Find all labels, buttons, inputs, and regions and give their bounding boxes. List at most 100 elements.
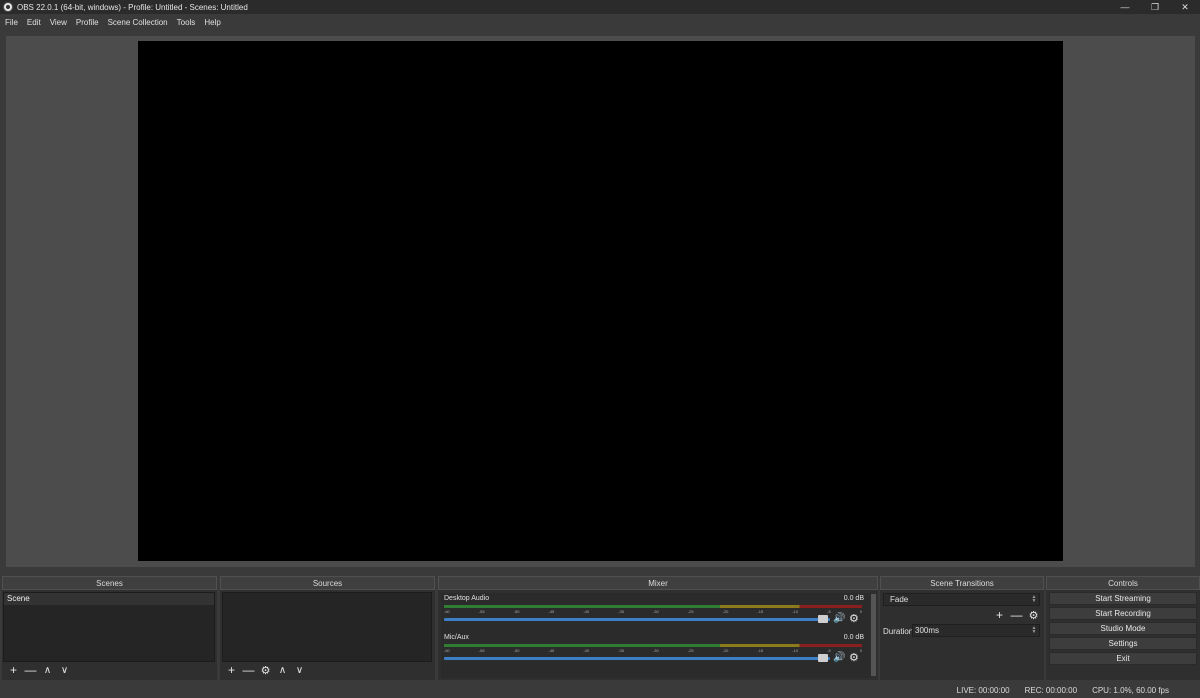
menu-tools[interactable]: Tools [177, 18, 196, 27]
gear-icon[interactable]: ⚙ [849, 651, 859, 664]
gear-icon[interactable]: ⚙ [849, 612, 859, 625]
meter-tick-label: -35 [618, 609, 624, 614]
mixer-panel: Desktop Audio 0.0 dB -60 -55 -50 -45 -40 -35-… [441, 593, 871, 678]
duration-label: Duration [883, 627, 914, 636]
transition-select[interactable]: Fade ▲ ▼ [883, 593, 1040, 606]
meter-ticks: -60 -55 -50 -45 -40 -35 -30 -25 -20 -15 -10 -5 0 [444, 609, 862, 614]
speaker-icon[interactable]: 🔊 [833, 652, 845, 663]
remove-scene-button[interactable]: — [22, 663, 39, 677]
remove-source-button[interactable]: — [240, 663, 257, 677]
channel-db: 0.0 dB [843, 595, 864, 602]
meter-tick-label: -25 [687, 648, 694, 653]
meter-tick-label: -20 [722, 648, 729, 653]
cpu-stats: CPU: 1.0%, 60.00 fps [1092, 685, 1169, 695]
status-bar: LIVE: 00:00:00 REC: 00:00:00 CPU: 1.0%, … [0, 682, 1200, 698]
sources-dock: Sources + — ⚙ ∧ ∨ [220, 576, 435, 680]
remove-transition-button[interactable]: — [1008, 608, 1025, 622]
mixer-scrollbar-thumb[interactable] [871, 594, 876, 676]
meter-tick-label: 0 [859, 648, 862, 653]
live-timer: LIVE: 00:00:00 [956, 685, 1010, 695]
add-scene-button[interactable]: + [5, 663, 22, 677]
channel-name: Mic/Aux [444, 634, 469, 641]
restore-button[interactable]: ❐ [1140, 0, 1170, 14]
sources-toolbar: + — ⚙ ∧ ∨ [223, 663, 308, 677]
volume-slider[interactable] [444, 657, 830, 660]
mixer-header: Mixer [438, 576, 878, 590]
menu-help[interactable]: Help [204, 18, 220, 27]
move-scene-up-button[interactable]: ∧ [39, 663, 56, 677]
volume-meter [444, 644, 862, 647]
studio-mode-button[interactable]: Studio Mode [1049, 622, 1197, 635]
preview-canvas[interactable] [138, 41, 1063, 561]
meter-tick-label: -25 [687, 609, 694, 614]
meter-tick-label: -5 [827, 648, 831, 653]
transitions-dock: Scene Transitions Fade ▲ ▼ + — ⚙ Duration… [880, 576, 1044, 680]
meter-ticks: -60 -55 -50 -45 -40 -35 -30 -25 -20 -15 -10 -5 0 [444, 648, 862, 653]
close-button[interactable]: ✕ [1170, 0, 1200, 14]
meter-tick-label: -10 [792, 609, 799, 614]
channel-db: 0.0 dB [843, 634, 864, 641]
scenes-header: Scenes [2, 576, 217, 590]
scenes-dock: Scenes Scene + — ∧ ∨ [2, 576, 217, 680]
meter-tick-label: -15 [757, 648, 764, 653]
meter-tick-label: -60 [444, 648, 450, 653]
speaker-icon[interactable]: 🔊 [833, 613, 845, 624]
menu-edit[interactable]: Edit [27, 18, 41, 27]
menu-view[interactable]: View [50, 18, 67, 27]
meter-tick-label: 0 [859, 609, 862, 614]
menu-scene-collection[interactable]: Scene Collection [108, 18, 168, 27]
scenes-list[interactable]: Scene [3, 592, 215, 662]
scene-item[interactable]: Scene [4, 593, 214, 605]
settings-button[interactable]: Settings [1049, 637, 1197, 650]
move-source-down-button[interactable]: ∨ [291, 663, 308, 677]
meter-tick-label: -30 [652, 648, 659, 653]
move-scene-down-button[interactable]: ∨ [56, 663, 73, 677]
start-recording-button[interactable]: Start Recording [1049, 607, 1197, 620]
sources-list[interactable] [222, 592, 432, 662]
mixer-scrollbar[interactable] [871, 594, 876, 676]
scenes-toolbar: + — ∧ ∨ [5, 663, 73, 677]
meter-tick-label: -40 [583, 609, 590, 614]
menu-profile[interactable]: Profile [76, 18, 99, 27]
exit-button[interactable]: Exit [1049, 652, 1197, 665]
chevron-updown-icon: ▲ ▼ [1031, 594, 1037, 604]
controls-dock: Controls Start Streaming Start Recording… [1046, 576, 1200, 680]
obs-logo-icon [3, 2, 13, 12]
meter-tick-label: -55 [478, 609, 485, 614]
meter-tick-label: -45 [548, 609, 555, 614]
menu-bar: File Edit View Profile Scene Collection … [0, 14, 1200, 30]
window-title: OBS 22.0.1 (64-bit, windows) - Profile: … [17, 2, 248, 12]
start-streaming-button[interactable]: Start Streaming [1049, 592, 1197, 605]
move-source-up-button[interactable]: ∧ [274, 663, 291, 677]
meter-tick-label: -5 [827, 609, 831, 614]
meter-tick-label: -15 [757, 609, 764, 614]
meter-tick-label: -50 [513, 648, 520, 653]
add-source-button[interactable]: + [223, 663, 240, 677]
duration-spin-icon[interactable]: ▲ ▼ [1030, 626, 1038, 635]
preview-area [6, 36, 1195, 567]
window-controls: — ❐ ✕ [1110, 0, 1200, 14]
sources-header: Sources [220, 576, 435, 590]
minimize-button[interactable]: — [1110, 0, 1140, 14]
volume-slider-handle[interactable] [818, 654, 828, 662]
meter-tick-label: -30 [652, 609, 659, 614]
add-transition-button[interactable]: + [991, 608, 1008, 622]
volume-meter [444, 605, 862, 608]
controls-header: Controls [1046, 576, 1200, 590]
volume-slider[interactable] [444, 618, 830, 621]
title-bar: OBS 22.0.1 (64-bit, windows) - Profile: … [0, 0, 1200, 14]
transitions-header: Scene Transitions [880, 576, 1044, 590]
meter-tick-label: -60 [444, 609, 450, 614]
menu-file[interactable]: File [5, 18, 18, 27]
meter-tick-label: -10 [792, 648, 799, 653]
mixer-dock: Mixer Desktop Audio 0.0 dB -60 -55 -50 -45-… [438, 576, 878, 680]
source-properties-gear-icon[interactable]: ⚙ [257, 663, 274, 677]
meter-tick-label: -40 [583, 648, 590, 653]
volume-slider-handle[interactable] [818, 615, 828, 623]
duration-value: 300ms [915, 626, 940, 635]
meter-tick-label: -50 [513, 609, 520, 614]
transition-gear-icon[interactable]: ⚙ [1025, 608, 1042, 622]
meter-tick-label: -55 [478, 648, 485, 653]
meter-tick-label: -45 [548, 648, 555, 653]
duration-input[interactable]: 300ms ▲ ▼ [912, 624, 1040, 637]
